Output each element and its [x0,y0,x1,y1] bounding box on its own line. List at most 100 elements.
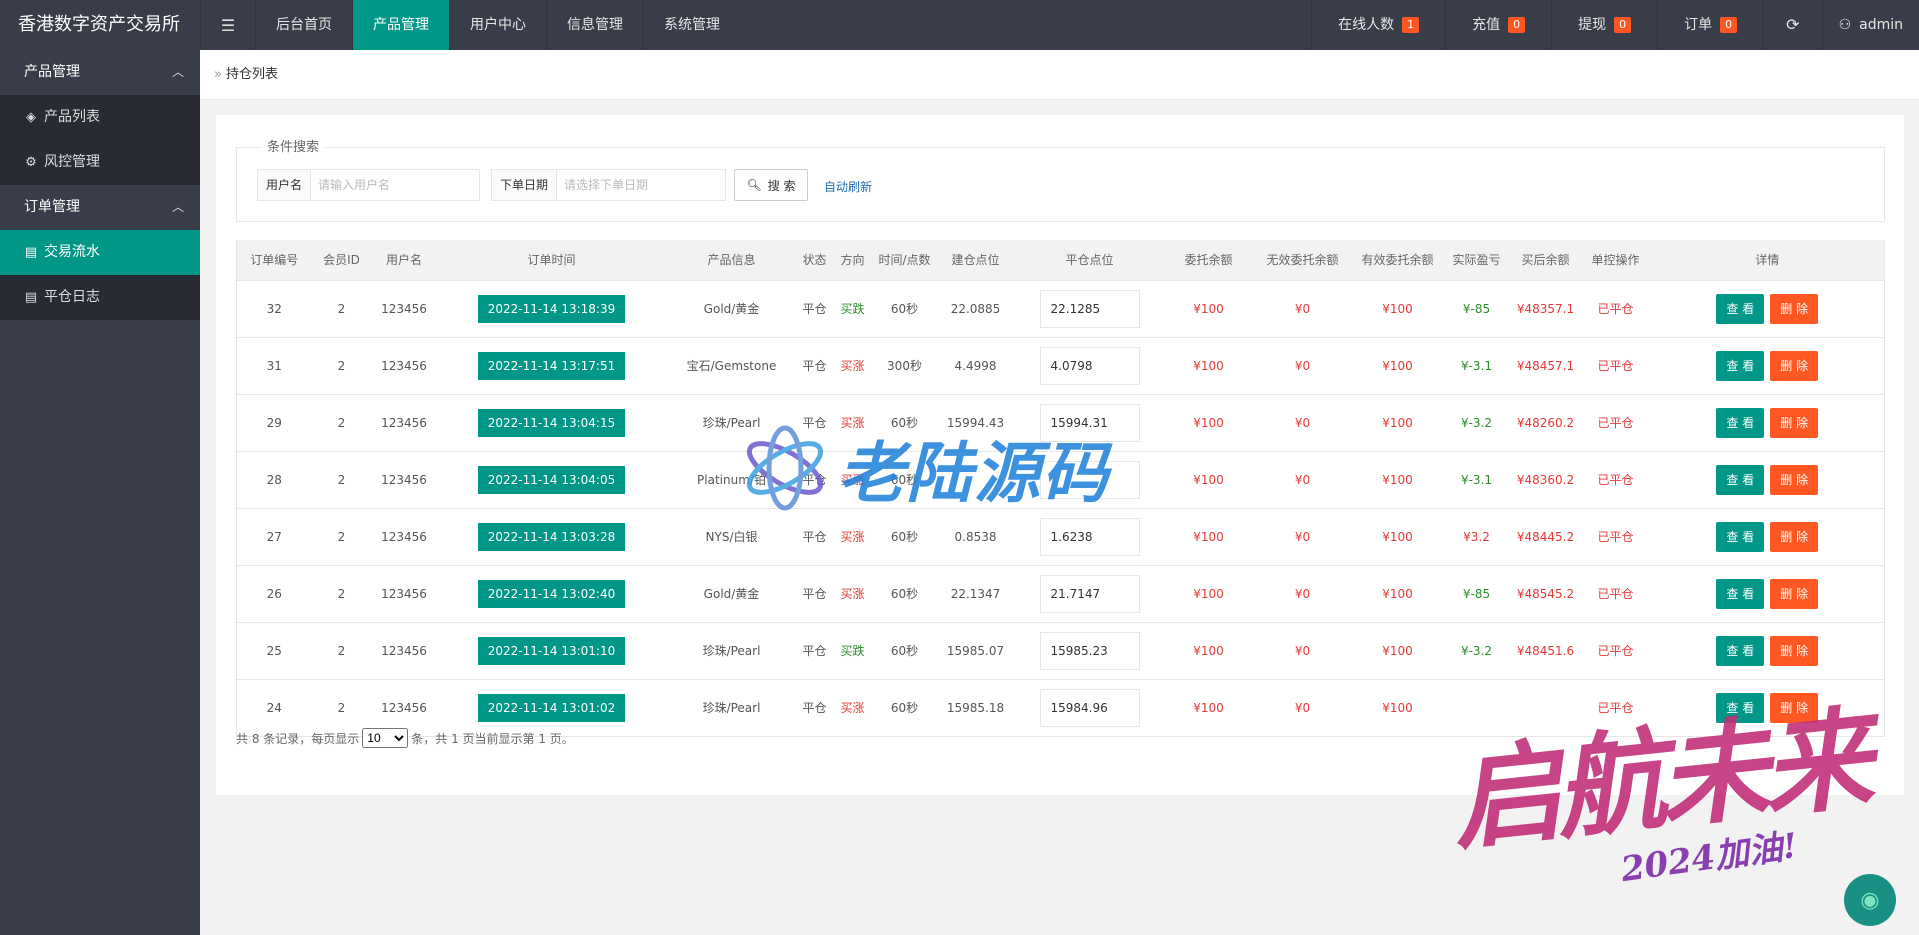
delete-button[interactable]: 删 除 [1770,464,1819,495]
cell-entrust-value: ¥100 [1193,700,1224,715]
cell-product: 珍珠/Pearl [666,679,797,737]
cell-entrust: ¥100 [1164,337,1253,395]
sidebar-item-label: 风控管理 [44,154,100,170]
cell-period-value: 60秒 [890,587,919,601]
page-size-select[interactable]: 10 [362,728,409,748]
cell-member-id: 2 [311,508,372,566]
cell-username-value: 123456 [381,643,427,658]
sidebar-group-orders[interactable]: 订单管理 ︿ [0,185,200,230]
cell-single-control: 已平仓 [1580,565,1651,623]
cell-invalid-entrust-value: ¥0 [1294,700,1311,715]
cell-member-id-value: 2 [337,700,346,715]
username-label: 用户名 [258,170,312,200]
cell-username-value: 123456 [381,301,427,316]
auto-refresh-link[interactable]: 自动刷新 [824,178,872,195]
cell-invalid-entrust: ¥0 [1252,622,1353,680]
delete-button[interactable]: 删 除 [1770,350,1819,381]
delete-button[interactable]: 删 除 [1770,635,1819,666]
cell-single-control: 已平仓 [1580,451,1651,509]
table-row: 27 2 123456 2022-11-14 13:03:28 NYS/白银 平仓 买涨 60… [236,508,1885,566]
cell-valid-entrust: ¥100 [1352,679,1443,737]
sidebar-item-risk-control[interactable]: ⚙ 风控管理 [0,140,200,185]
cell-invalid-entrust-value: ¥0 [1294,415,1311,430]
cell-period: 60秒 [872,679,937,737]
order-time-tag: 2022-11-14 13:01:02 [477,693,626,722]
sidebar-group-products[interactable]: 产品管理 ︿ [0,50,200,95]
cell-pnl: ¥-85 [1442,565,1511,623]
close-price-input[interactable] [1039,346,1140,385]
view-button[interactable]: 查 看 [1716,464,1765,495]
cell-order-id-value: 32 [266,301,282,316]
user-name: admin [1859,17,1903,33]
cell-username-value: 123456 [381,529,427,544]
cell-pnl: ¥-3.1 [1442,451,1511,509]
cell-balance-value: ¥48457.1 [1516,358,1575,373]
cell-pnl-value: ¥-3.2 [1460,415,1493,430]
order-time-tag: 2022-11-14 13:04:15 [477,408,626,437]
recharge-link[interactable]: 充值 0 [1445,0,1551,50]
nav-info[interactable]: 信息管理 [546,0,643,50]
close-price-input[interactable] [1039,688,1140,727]
cell-valid-entrust-value: ¥100 [1382,700,1413,715]
nav-dashboard[interactable]: 后台首页 [255,0,352,50]
delete-button[interactable]: 删 除 [1770,521,1819,552]
cell-balance: ¥48545.2 [1510,565,1581,623]
search-button[interactable]: 🔍︎ 搜 索 [734,169,808,201]
sidebar-item-close-log[interactable]: ▤ 平仓日志 [0,275,200,320]
close-price-input[interactable] [1039,289,1140,328]
nav-products[interactable]: 产品管理 [352,0,449,50]
close-price-input[interactable] [1039,631,1140,670]
cell-status-value: 平仓 [802,302,827,316]
cell-product: 宝石/Gemstone [666,337,797,395]
sidebar-item-product-list[interactable]: ◈ 产品列表 [0,95,200,140]
cell-valid-entrust-value: ¥100 [1382,586,1413,601]
close-price-input[interactable] [1039,517,1140,556]
nav-system[interactable]: 系统管理 [643,0,740,50]
order-date-input[interactable] [557,170,726,200]
cell-member-id-value: 2 [337,586,346,601]
user-menu[interactable]: ⚇ admin [1821,0,1919,50]
cell-entrust-value: ¥100 [1193,415,1224,430]
cell-details: 查 看删 除 [1650,508,1885,566]
view-button[interactable]: 查 看 [1716,578,1765,609]
cell-entrust-value: ¥100 [1193,586,1224,601]
cell-period: 60秒 [872,622,937,680]
delete-button[interactable]: 删 除 [1770,293,1819,324]
cell-username-value: 123456 [381,700,427,715]
view-button[interactable]: 查 看 [1716,635,1765,666]
online-users[interactable]: 在线人数 1 [1311,0,1445,50]
delete-button[interactable]: 删 除 [1770,407,1819,438]
top-bar: 香港数字资产交易所 ☰ 后台首页 产品管理 用户中心 信息管理 系统管理 在线人… [0,0,1919,50]
cell-username: 123456 [371,280,437,338]
cell-order-id-value: 27 [266,529,282,544]
order-link[interactable]: 订单 0 [1657,0,1763,50]
recharge-badge: 0 [1508,17,1526,33]
cell-invalid-entrust: ¥0 [1252,337,1353,395]
order-date-field: 下单日期 [491,169,727,201]
cell-member-id-value: 2 [337,415,346,430]
cell-single-control-value: 已平仓 [1597,302,1634,316]
cell-order-id: 27 [236,508,312,566]
delete-button[interactable]: 删 除 [1770,578,1819,609]
cell-invalid-entrust: ¥0 [1252,565,1353,623]
withdraw-link[interactable]: 提现 0 [1551,0,1657,50]
view-button[interactable]: 查 看 [1716,350,1765,381]
cell-order-time: 2022-11-14 13:03:28 [436,508,667,566]
nav-users[interactable]: 用户中心 [449,0,546,50]
menu-icon: ☰ [220,15,236,35]
view-button[interactable]: 查 看 [1716,293,1765,324]
view-button[interactable]: 查 看 [1716,521,1765,552]
order-time-tag: 2022-11-14 13:04:05 [477,465,626,494]
cell-username-value: 123456 [381,415,427,430]
cell-entrust: ¥100 [1164,508,1253,566]
sidebar-item-transactions[interactable]: ▤ 交易流水 [0,230,200,275]
cell-product: Gold/黄金 [666,280,797,338]
floating-chat-button[interactable]: ◉ [1844,874,1896,926]
refresh-button[interactable]: ⟳ [1763,0,1821,50]
menu-toggle-button[interactable]: ☰ [200,0,255,50]
close-price-input[interactable] [1039,574,1140,613]
cell-entrust-value: ¥100 [1193,358,1224,373]
username-input[interactable] [311,170,480,200]
cell-status-value: 平仓 [802,530,827,544]
view-button[interactable]: 查 看 [1716,407,1765,438]
